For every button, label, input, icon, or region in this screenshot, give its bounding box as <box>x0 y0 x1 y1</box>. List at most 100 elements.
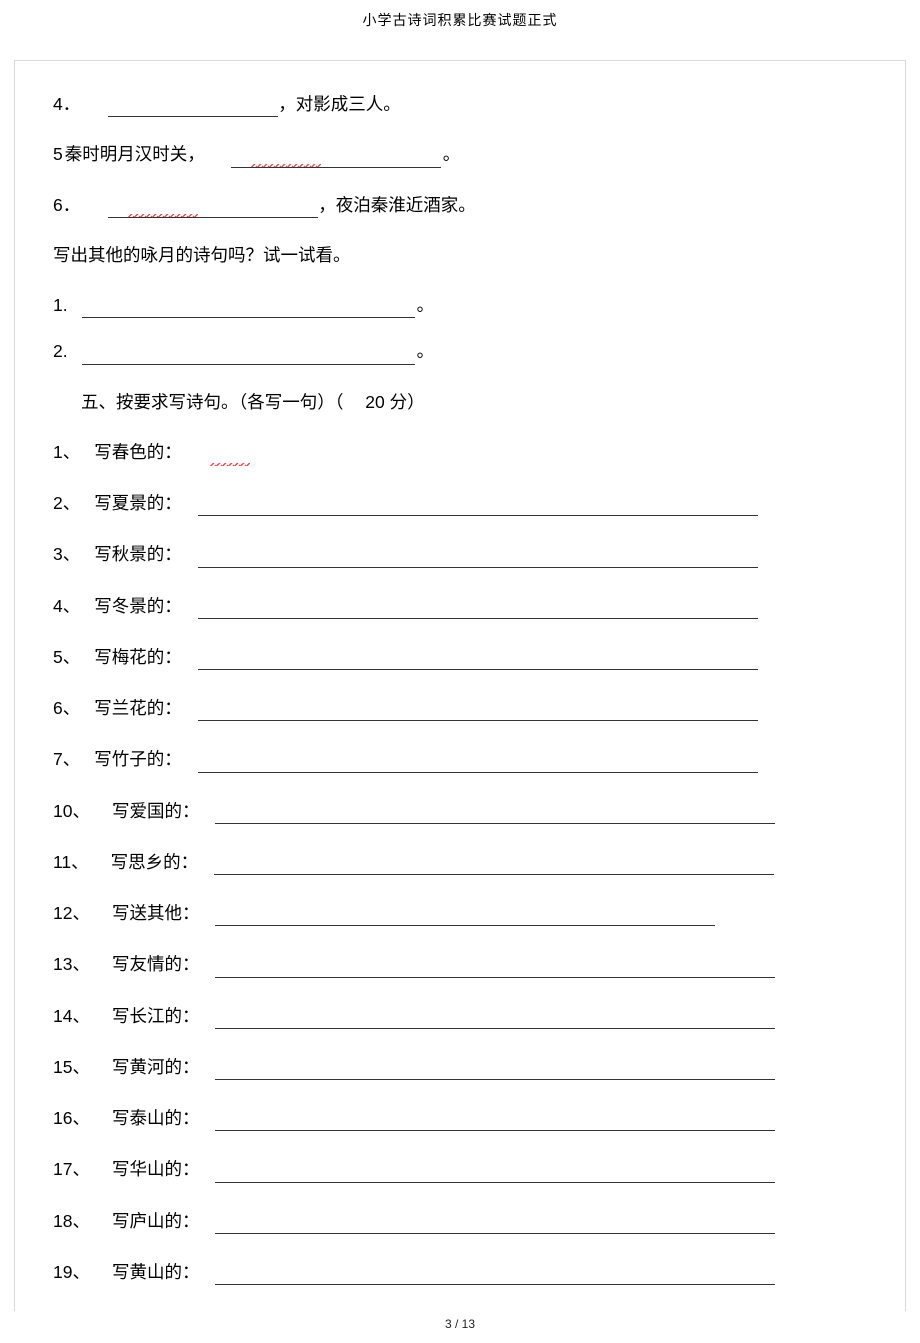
blank-input-item-19[interactable] <box>215 1266 775 1285</box>
blank-input-item-16[interactable] <box>215 1112 775 1131</box>
item-12-label: 写送其他： <box>112 900 200 926</box>
footer-sep: / <box>452 1317 462 1331</box>
blank-input-item-15[interactable] <box>215 1061 775 1080</box>
section-5-points-suffix: 分） <box>390 392 425 412</box>
blank-input-item-18[interactable] <box>215 1215 775 1234</box>
item-row-6: 6、 写兰花的： <box>53 695 867 721</box>
item-row-16: 16、 写泰山的： <box>53 1105 867 1131</box>
item-3-line <box>198 541 867 567</box>
item-16-line <box>215 1105 867 1131</box>
prompt-text: 写出其他的咏月的诗句吗？试一试看。 <box>53 242 351 268</box>
blank-with-error-mark <box>231 141 441 167</box>
blank-input-item-14[interactable] <box>215 1010 775 1029</box>
item-13-line <box>215 951 867 977</box>
item-19-number: 19、 <box>53 1259 90 1285</box>
item-10-number: 10、 <box>53 798 90 824</box>
item-4-line <box>198 593 867 619</box>
extra-2-tail: 。 <box>417 338 435 364</box>
item-7-number: 7、 <box>53 746 80 772</box>
line-6-number: 6． <box>53 192 80 218</box>
item-row-13: 13、 写友情的： <box>53 951 867 977</box>
blank-input-item-5[interactable] <box>198 651 758 670</box>
item-10-line <box>215 798 867 824</box>
extra-line-1: 1. 。 <box>53 292 867 318</box>
item-6-label: 写兰花的： <box>94 695 182 721</box>
item-11-label: 写思乡的： <box>111 849 199 875</box>
item-row-4: 4、 写冬景的： <box>53 593 867 619</box>
item-2-number: 2、 <box>53 490 80 516</box>
blank-input-item-2[interactable] <box>198 497 758 516</box>
document-page: 4． ，对影成三人。 5 秦时明月汉时关， 。 6． ，夜泊秦淮近酒家。 写出其… <box>14 60 906 1311</box>
blank-input-item-12[interactable] <box>215 907 715 926</box>
blank-input-extra-1[interactable] <box>82 299 415 318</box>
blank-input-extra-2[interactable] <box>82 345 415 364</box>
item-15-label: 写黄河的： <box>112 1054 200 1080</box>
item-1-label: 写春色的： <box>94 439 182 465</box>
footer-page-total: 13 <box>462 1317 475 1331</box>
item-row-17: 17、 写华山的： <box>53 1156 867 1182</box>
item-6-line <box>198 695 867 721</box>
extra-2-number: 2. <box>53 338 68 364</box>
blank-input-item-4[interactable] <box>198 600 758 619</box>
footer-page-current: 3 <box>445 1317 452 1331</box>
item-12-number: 12、 <box>53 900 90 926</box>
item-4-label: 写冬景的： <box>94 593 182 619</box>
item-row-18: 18、 写庐山的： <box>53 1208 867 1234</box>
line-6-text-after: ，夜泊秦淮近酒家。 <box>318 192 476 218</box>
blank-input-item-13[interactable] <box>215 958 775 977</box>
item-19-label: 写黄山的： <box>112 1259 200 1285</box>
item-16-label: 写泰山的： <box>112 1105 200 1131</box>
extra-1-tail: 。 <box>417 292 435 318</box>
blank-input-line-4[interactable] <box>108 98 278 117</box>
blank-with-error-mark <box>108 192 318 218</box>
header-title: 小学古诗词积累比赛试题正式 <box>363 12 558 28</box>
line-4-text-after: ，对影成三人。 <box>278 91 401 117</box>
blank-input-item-10[interactable] <box>215 805 775 824</box>
item-2-line <box>198 490 867 516</box>
item-5-label: 写梅花的： <box>94 644 182 670</box>
item-15-number: 15、 <box>53 1054 90 1080</box>
extra-line-2: 2. 。 <box>53 338 867 364</box>
item-5-line <box>198 644 867 670</box>
item-10-label: 写爱国的： <box>112 798 200 824</box>
item-18-label: 写庐山的： <box>112 1208 200 1234</box>
prompt-other-moon-lines: 写出其他的咏月的诗句吗？试一试看。 <box>53 242 867 268</box>
fill-line-5: 5 秦时明月汉时关， 。 <box>53 141 867 167</box>
item-6-number: 6、 <box>53 695 80 721</box>
item-17-label: 写华山的： <box>112 1156 200 1182</box>
item-11-line <box>214 849 867 875</box>
blank-input-item-7[interactable] <box>198 753 758 772</box>
blank-input-line-6[interactable] <box>108 199 318 218</box>
line-4-number: 4． <box>53 91 80 117</box>
section-5-title-pre: 五、按要求写诗句。（各写一句）（ <box>81 392 344 412</box>
item-5-number: 5、 <box>53 644 80 670</box>
blank-input-item-6[interactable] <box>198 702 758 721</box>
extra-1-number: 1. <box>53 292 68 318</box>
section-5-title: 五、按要求写诗句。（各写一句）（ 20 分） <box>81 389 867 415</box>
item-14-line <box>215 1003 867 1029</box>
item-1-number: 1、 <box>53 439 80 465</box>
item-3-label: 写秋景的： <box>94 541 182 567</box>
fill-line-4: 4． ，对影成三人。 <box>53 91 867 117</box>
item-row-5: 5、 写梅花的： <box>53 644 867 670</box>
item-18-line <box>215 1208 867 1234</box>
blank-input-item-11[interactable] <box>214 856 774 875</box>
item-1-line <box>198 439 867 465</box>
line-5-text-after: 。 <box>443 141 461 167</box>
page-footer: 3 / 13 <box>0 1311 920 1343</box>
item-row-3: 3、 写秋景的： <box>53 541 867 567</box>
item-row-15: 15、 写黄河的： <box>53 1054 867 1080</box>
item-row-12: 12、 写送其他： <box>53 900 867 926</box>
item-7-label: 写竹子的： <box>94 746 182 772</box>
item-row-10: 10、 写爱国的： <box>53 798 867 824</box>
blank-input-line-5[interactable] <box>231 148 441 167</box>
blank-input-item-3[interactable] <box>198 548 758 567</box>
item-17-number: 17、 <box>53 1156 90 1182</box>
item-row-2: 2、 写夏景的： <box>53 490 867 516</box>
item-19-line <box>215 1259 867 1285</box>
item-16-number: 16、 <box>53 1105 90 1131</box>
blank-input-item-17[interactable] <box>215 1163 775 1182</box>
item-18-number: 18、 <box>53 1208 90 1234</box>
item-14-label: 写长江的： <box>112 1003 200 1029</box>
page-running-header: 小学古诗词积累比赛试题正式 <box>0 0 920 30</box>
